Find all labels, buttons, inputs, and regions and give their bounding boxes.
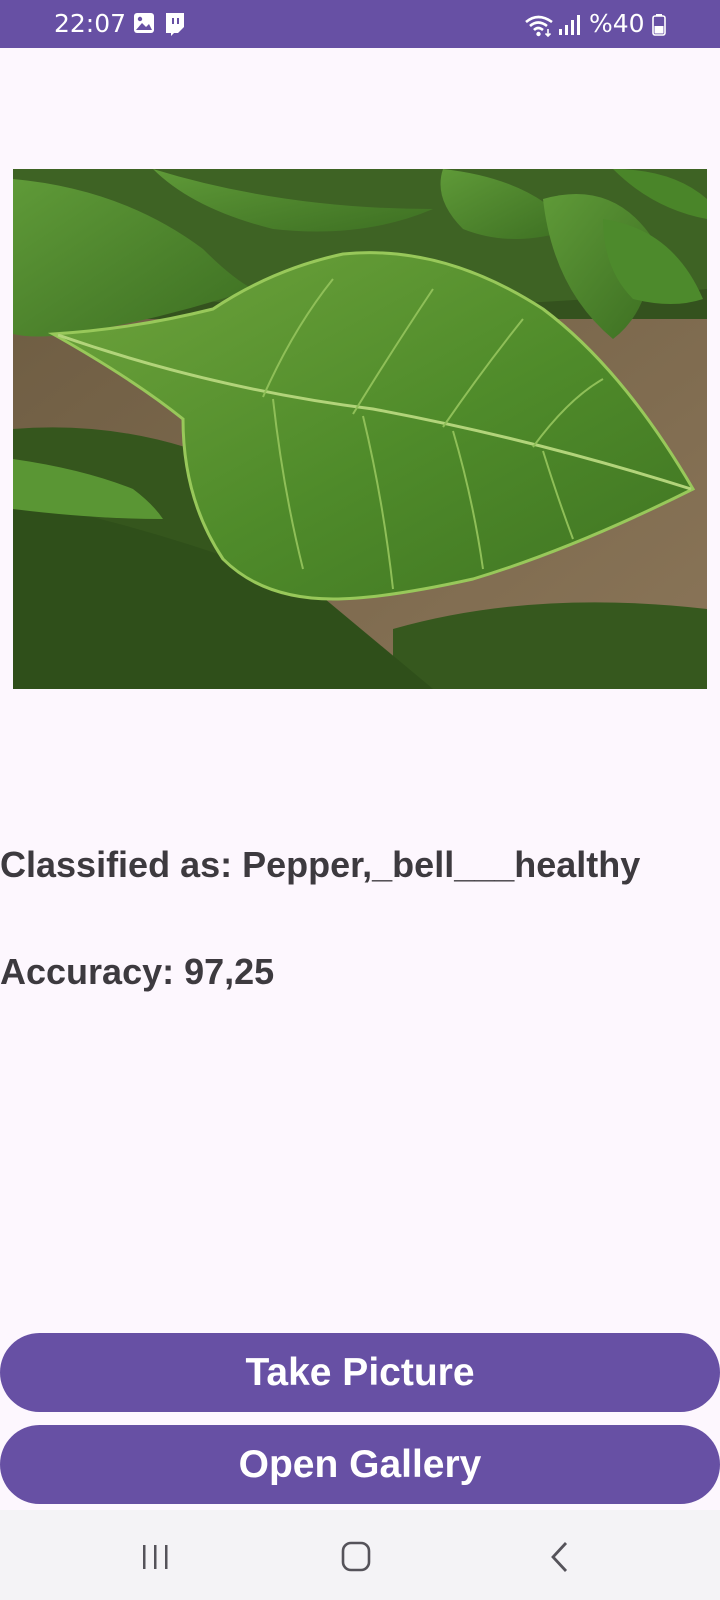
accuracy-value: Accuracy: 97,25 [0,951,275,992]
classification-result: Classified as: Pepper,_bell___healthy [0,844,641,885]
battery-percentage: %40 [589,9,645,38]
open-gallery-button[interactable]: Open Gallery [0,1425,720,1504]
image-icon [133,12,155,39]
twitch-icon [164,12,186,41]
wifi-icon [524,14,554,43]
home-icon[interactable] [331,1538,381,1578]
status-bar: 22:07 %40 [0,0,720,48]
status-time: 22:07 [54,9,127,38]
navigation-bar [0,1510,720,1600]
recent-apps-icon[interactable] [130,1538,180,1578]
take-picture-button[interactable]: Take Picture [0,1333,720,1412]
battery-icon [652,14,666,41]
back-icon[interactable] [536,1538,586,1578]
signal-icon [558,14,582,41]
leaf-photo [13,169,707,689]
